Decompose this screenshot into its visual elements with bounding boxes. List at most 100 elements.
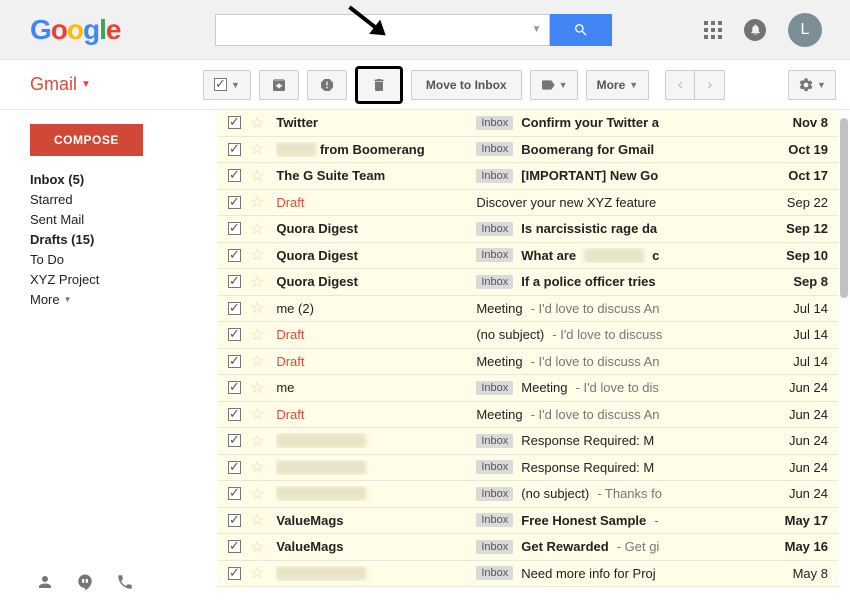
mail-row[interactable]: ☆xxxxInbox(no subject) - Thanks foJun 24 (218, 481, 838, 508)
notifications-button[interactable] (744, 19, 766, 41)
mail-row[interactable]: ☆DraftMeeting - I'd love to discuss AnJu… (218, 349, 838, 376)
chevron-down-icon: ▼ (81, 79, 91, 90)
chevron-down-icon: ▼ (817, 80, 826, 90)
star-icon[interactable]: ☆ (250, 484, 264, 504)
select-all-button[interactable]: ▼ (203, 70, 251, 100)
star-icon[interactable]: ☆ (250, 166, 264, 186)
row-checkbox[interactable] (228, 355, 241, 368)
hangouts-icon[interactable] (76, 573, 94, 591)
subject-cell: InboxResponse Required: M (476, 433, 768, 448)
prev-page-button[interactable]: ‹ (665, 70, 695, 100)
star-icon[interactable]: ☆ (250, 510, 264, 530)
date: Jun 24 (768, 380, 828, 395)
star-icon[interactable]: ☆ (250, 113, 264, 133)
mail-row[interactable]: ☆The G Suite TeamInbox[IMPORTANT] New Go… (218, 163, 838, 190)
search-button[interactable] (550, 14, 612, 46)
mail-row[interactable]: ☆xxxxInboxResponse Required: MJun 24 (218, 428, 838, 455)
more-button[interactable]: More ▼ (586, 70, 650, 100)
star-icon[interactable]: ☆ (250, 245, 264, 265)
subject-cell: InboxGet Rewarded - Get gi (476, 539, 768, 554)
sidebar-item[interactable]: XYZ Project (30, 272, 200, 287)
labels-button[interactable]: ▼ (530, 70, 578, 100)
star-icon[interactable]: ☆ (250, 351, 264, 371)
row-checkbox[interactable] (228, 514, 241, 527)
subject-cell: Discover your new XYZ feature (476, 195, 768, 210)
row-checkbox[interactable] (228, 222, 241, 235)
archive-button[interactable] (259, 70, 299, 100)
mail-row[interactable]: ☆Quora DigestInboxIf a police officer tr… (218, 269, 838, 296)
next-page-button[interactable]: › (695, 70, 725, 100)
sidebar-item[interactable]: To Do (30, 252, 200, 267)
mail-row[interactable]: ☆ValueMagsInboxFree Honest Sample -May 1… (218, 508, 838, 535)
row-checkbox[interactable] (228, 487, 241, 500)
star-icon[interactable]: ☆ (250, 139, 264, 159)
mail-row[interactable]: ☆Quora DigestInboxWhat arexxxx cSep 10 (218, 243, 838, 270)
star-icon[interactable]: ☆ (250, 219, 264, 239)
row-checkbox[interactable] (228, 540, 241, 553)
row-checkbox[interactable] (228, 408, 241, 421)
mail-row[interactable]: ☆me (2)Meeting - I'd love to discuss AnJ… (218, 296, 838, 323)
subject: Get Rewarded (521, 539, 608, 554)
mail-row[interactable]: ☆Draft(no subject) - I'd love to discuss… (218, 322, 838, 349)
search-input[interactable]: ▼ (215, 14, 550, 46)
search-icon (573, 22, 589, 38)
report-spam-button[interactable] (307, 70, 347, 100)
phone-icon[interactable] (116, 573, 134, 591)
inbox-tag: Inbox (476, 381, 513, 395)
subject: Meeting (521, 380, 567, 395)
search-options-dropdown-icon[interactable]: ▼ (532, 24, 542, 35)
mail-row[interactable]: ☆xxxxInboxNeed more info for ProjMay 8 (218, 561, 838, 588)
date: May 16 (768, 539, 828, 554)
star-icon[interactable]: ☆ (250, 537, 264, 557)
settings-button[interactable]: ▼ (788, 70, 836, 100)
scrollbar-thumb[interactable] (840, 118, 848, 298)
row-checkbox[interactable] (228, 249, 241, 262)
avatar[interactable]: L (788, 13, 822, 47)
mail-row[interactable]: ☆xxxx from BoomerangInboxBoomerang for G… (218, 137, 838, 164)
mail-row[interactable]: ☆xxxxInboxResponse Required: MJun 24 (218, 455, 838, 482)
apps-icon[interactable] (704, 21, 722, 39)
row-checkbox[interactable] (228, 143, 241, 156)
person-icon[interactable] (36, 573, 54, 591)
star-icon[interactable]: ☆ (250, 563, 264, 583)
star-icon[interactable]: ☆ (250, 272, 264, 292)
row-checkbox[interactable] (228, 461, 241, 474)
subject-cell: Meeting - I'd love to discuss An (476, 354, 768, 369)
delete-button[interactable] (358, 69, 400, 101)
row-checkbox[interactable] (228, 169, 241, 182)
subject-cell: InboxNeed more info for Proj (476, 566, 768, 581)
star-icon[interactable]: ☆ (250, 192, 264, 212)
star-icon[interactable]: ☆ (250, 325, 264, 345)
row-checkbox[interactable] (228, 116, 241, 129)
mail-row[interactable]: ☆Quora DigestInboxIs narcissistic rage d… (218, 216, 838, 243)
row-checkbox[interactable] (228, 328, 241, 341)
star-icon[interactable]: ☆ (250, 298, 264, 318)
subject-cell: Inbox[IMPORTANT] New Go (476, 168, 768, 183)
sidebar-item[interactable]: Starred (30, 192, 200, 207)
row-checkbox[interactable] (228, 196, 241, 209)
star-icon[interactable]: ☆ (250, 378, 264, 398)
compose-button[interactable]: COMPOSE (30, 124, 143, 156)
gmail-dropdown[interactable]: Gmail ▼ (30, 74, 91, 95)
mail-row[interactable]: ☆DraftMeeting - I'd love to discuss AnJu… (218, 402, 838, 429)
sidebar-item[interactable]: Sent Mail (30, 212, 200, 227)
row-checkbox[interactable] (228, 434, 241, 447)
mail-row[interactable]: ☆DraftDiscover your new XYZ featureSep 2… (218, 190, 838, 217)
mail-row[interactable]: ☆ValueMagsInboxGet Rewarded - Get giMay … (218, 534, 838, 561)
subject: Meeting (476, 301, 522, 316)
star-icon[interactable]: ☆ (250, 457, 264, 477)
row-checkbox[interactable] (228, 302, 241, 315)
sidebar-more[interactable]: More▼ (30, 292, 200, 307)
star-icon[interactable]: ☆ (250, 431, 264, 451)
row-checkbox[interactable] (228, 381, 241, 394)
star-icon[interactable]: ☆ (250, 404, 264, 424)
move-to-inbox-button[interactable]: Move to Inbox (411, 70, 522, 100)
row-checkbox[interactable] (228, 275, 241, 288)
mail-row[interactable]: ☆meInboxMeeting - I'd love to disJun 24 (218, 375, 838, 402)
sidebar-item[interactable]: Inbox (5) (30, 172, 200, 187)
google-logo[interactable]: Google (30, 14, 120, 46)
mail-row[interactable]: ☆TwitterInboxConfirm your Twitter aNov 8 (218, 110, 838, 137)
row-checkbox[interactable] (228, 567, 241, 580)
sidebar-item[interactable]: Drafts (15) (30, 232, 200, 247)
sender: xxxx (276, 486, 476, 501)
